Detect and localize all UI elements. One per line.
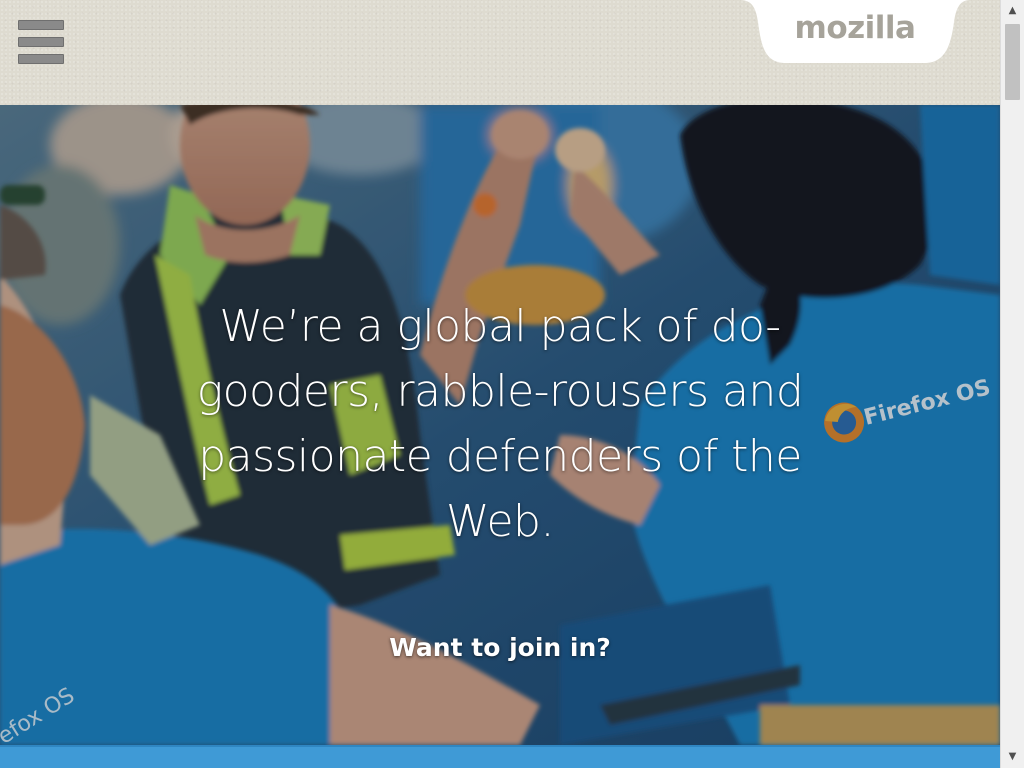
mozilla-wordmark: mozilla xyxy=(794,10,916,46)
hamburger-menu-icon xyxy=(18,20,64,30)
site-header: mozilla xyxy=(0,0,1000,105)
scroll-up-arrow-icon[interactable]: ▲ xyxy=(1001,0,1024,22)
next-section-strip xyxy=(0,745,1000,768)
vertical-scrollbar[interactable]: ▲ ▼ xyxy=(1000,0,1024,768)
scrollbar-thumb[interactable] xyxy=(1005,24,1020,100)
hamburger-menu-icon-bar xyxy=(18,37,64,47)
hero-banner: Firefox OS efox OS We’re a global pack o… xyxy=(0,105,1000,745)
page-viewport: mozilla Firefox OS efox OS We’re a globa… xyxy=(0,0,1000,768)
mozilla-logo-link[interactable]: mozilla xyxy=(740,0,970,64)
hamburger-menu-icon-bar xyxy=(18,54,64,64)
join-in-link[interactable]: Want to join in? xyxy=(350,633,650,662)
hero-headline: We’re a global pack of do-gooders, rabbl… xyxy=(196,301,804,548)
scroll-down-arrow-icon[interactable]: ▼ xyxy=(1001,746,1024,768)
menu-button[interactable] xyxy=(18,20,66,68)
